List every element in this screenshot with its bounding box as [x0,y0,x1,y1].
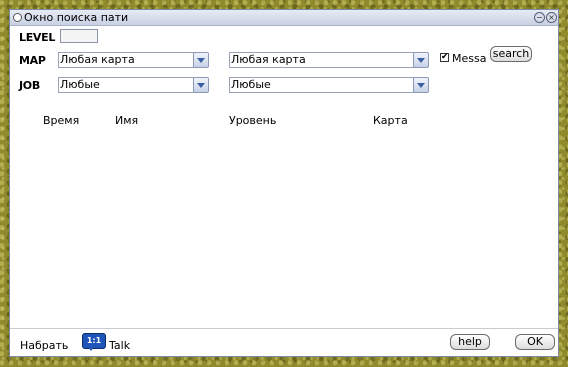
job-select-1[interactable]: Любые [58,77,194,93]
ok-button[interactable]: OK [515,334,555,350]
column-header-map[interactable]: Карта [373,114,408,127]
column-header-name[interactable]: Имя [115,114,138,127]
map-select-1[interactable]: Любая карта [58,52,194,68]
job-select-2-value: Любые [231,78,271,91]
job-select-1-value: Любые [60,78,100,91]
talk-bubble-icon[interactable]: 1:1 [82,333,106,349]
search-button[interactable]: search [490,46,532,62]
recruit-button[interactable]: Набрать [20,339,68,352]
level-label: LEVEL [19,31,56,44]
close-icon[interactable]: × [546,12,557,23]
map-label: MAP [19,54,46,67]
minimize-icon[interactable]: − [534,12,545,23]
column-header-time[interactable]: Время [43,114,79,127]
map-select-2-value: Любая карта [231,53,306,66]
window-title: Окно поиска пати [24,11,129,24]
window-icon [13,13,22,22]
map-select-1-value: Любая карта [60,53,135,66]
party-search-window: Окно поиска пати − × LEVEL MAP Любая кар… [9,9,559,357]
help-button[interactable]: help [450,334,490,350]
message-checkbox[interactable]: ✔ [440,53,449,62]
job-select-2[interactable]: Любые [229,77,415,93]
title-bar[interactable]: Окно поиска пати − × [10,10,558,26]
map-select-2[interactable]: Любая карта [229,52,415,68]
footer-divider [10,328,558,329]
message-checkbox-label: Messa [452,52,487,65]
chevron-down-icon[interactable] [193,77,209,93]
level-input[interactable] [60,29,98,43]
column-header-level[interactable]: Уровень [229,114,276,127]
talk-label[interactable]: Talk [109,339,130,352]
talk-bubble-tail [88,347,94,351]
chevron-down-icon[interactable] [413,77,429,93]
chevron-down-icon[interactable] [193,52,209,68]
chevron-down-icon[interactable] [413,52,429,68]
job-label: JOB [19,79,40,92]
